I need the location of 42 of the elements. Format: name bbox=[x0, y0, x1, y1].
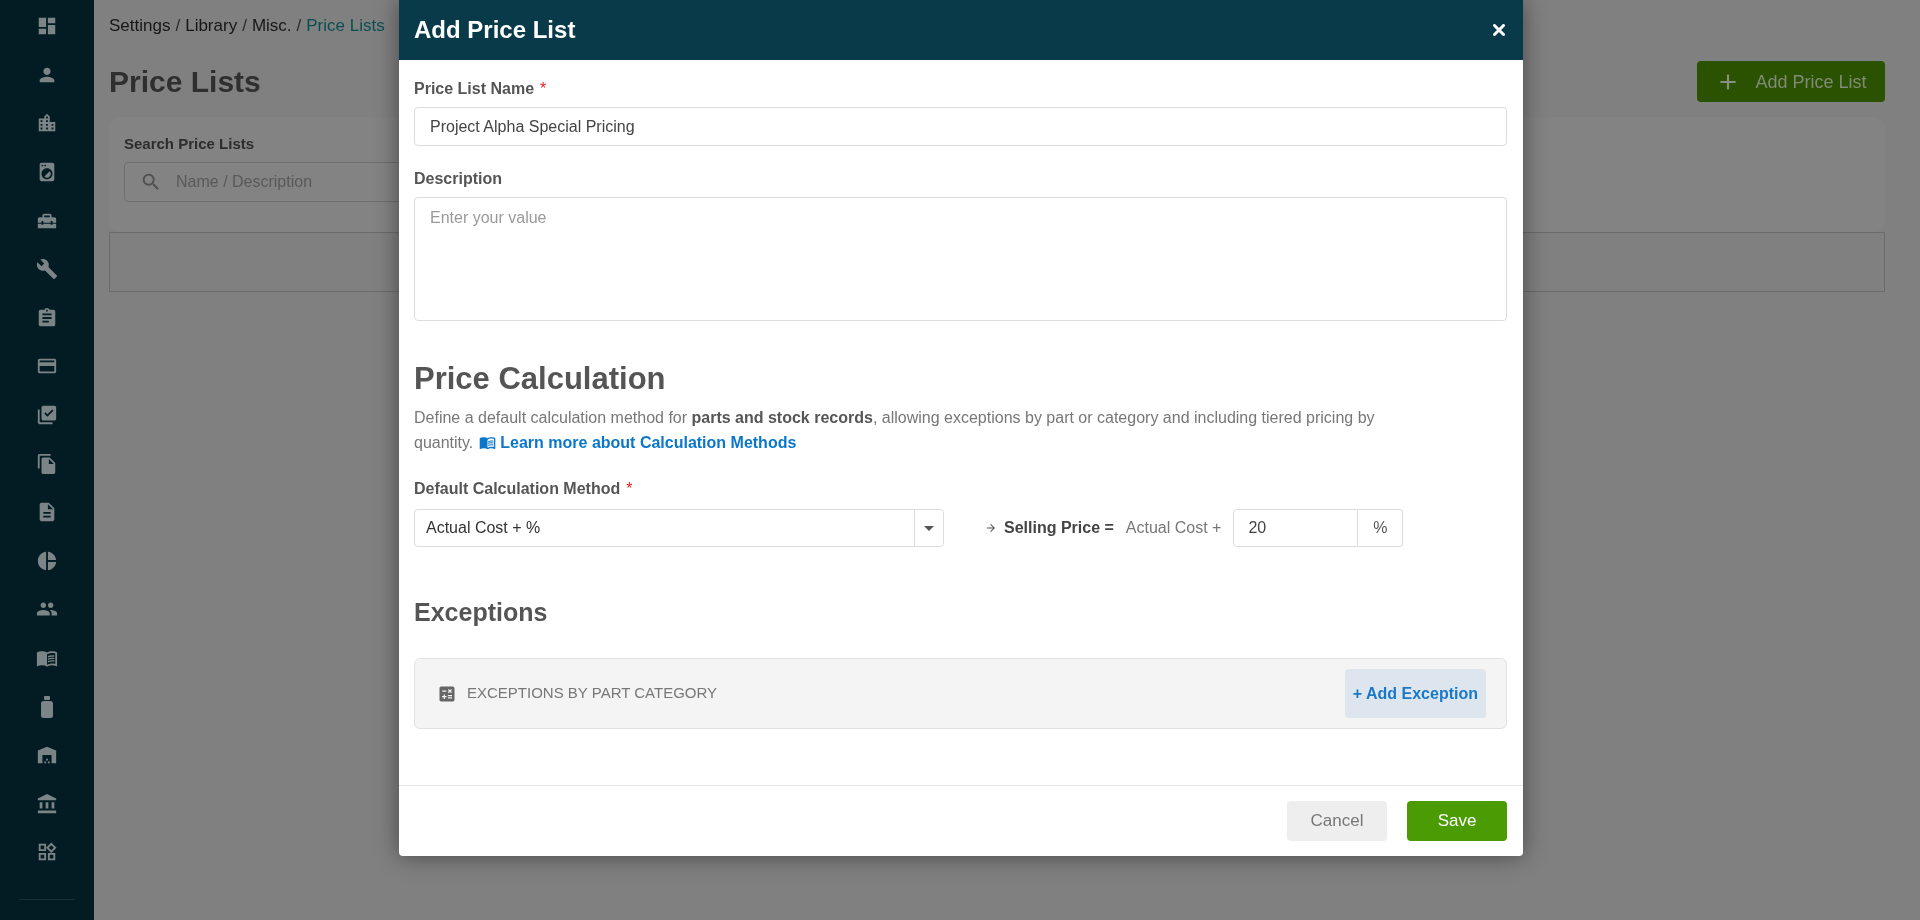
breadcrumb-current[interactable]: Price Lists bbox=[306, 16, 385, 36]
formula-text: Actual Cost + bbox=[1125, 518, 1222, 538]
required-mark: * bbox=[626, 479, 633, 499]
save-button[interactable]: Save bbox=[1407, 801, 1507, 841]
field-label: Price List Name bbox=[414, 79, 535, 99]
required-mark: * bbox=[540, 79, 547, 99]
section-heading: Price Calculation bbox=[414, 360, 666, 398]
clipboard-icon[interactable] bbox=[36, 306, 58, 329]
add-price-list-button[interactable]: Add Price List bbox=[1697, 61, 1885, 102]
search-label: Search Price Lists bbox=[124, 134, 255, 154]
percent-addon: % bbox=[1358, 509, 1404, 547]
add-exception-button[interactable]: + Add Exception bbox=[1344, 669, 1486, 718]
pie-chart-icon[interactable] bbox=[36, 549, 58, 572]
panel-title: EXCEPTIONS BY PART CATEGORY bbox=[467, 683, 718, 704]
intro-text: Define a default calculation method for parts and stock records, allowing exceptions by part or category and including tiered pricing by quantity. Learn more about Calculation Methods bbox=[414, 405, 1414, 455]
file-stack-icon[interactable] bbox=[36, 452, 58, 475]
name-input[interactable]: Project Alpha Special Pricing bbox=[414, 107, 1507, 146]
breadcrumb-separator: / bbox=[296, 16, 302, 36]
cancel-button[interactable]: Cancel bbox=[1287, 801, 1387, 841]
stacked-check-icon[interactable] bbox=[36, 404, 58, 427]
page-title: Price Lists bbox=[109, 63, 261, 100]
calculation-method-select[interactable]: Actual Cost + % bbox=[414, 509, 944, 547]
dialog-title: Add Price List bbox=[414, 15, 576, 45]
learn-more-link[interactable]: Learn more about Calculation Methods bbox=[479, 430, 797, 455]
book-icon bbox=[479, 434, 497, 451]
breadcrumb-separator: / bbox=[242, 16, 247, 36]
close-icon[interactable] bbox=[1493, 24, 1505, 36]
breadcrumb-link[interactable]: Library bbox=[185, 16, 238, 36]
markup-input[interactable]: 20 bbox=[1233, 509, 1359, 547]
arrow-right-icon bbox=[985, 522, 997, 534]
search-icon bbox=[140, 171, 162, 193]
breadcrumb-separator: / bbox=[175, 16, 181, 36]
breadcrumb-link[interactable]: Settings bbox=[109, 16, 171, 36]
field-label: Default Calculation Method bbox=[414, 479, 621, 499]
section-heading: Exceptions bbox=[414, 597, 548, 628]
description-input[interactable]: Enter your value bbox=[414, 197, 1507, 321]
field-label: Description bbox=[414, 169, 502, 189]
bank-icon[interactable] bbox=[36, 792, 58, 815]
formula-label: Selling Price = bbox=[1004, 518, 1114, 538]
caret-icon bbox=[924, 525, 934, 531]
breadcrumb-link[interactable]: Misc. bbox=[251, 16, 292, 36]
wrench-icon[interactable] bbox=[36, 258, 58, 281]
